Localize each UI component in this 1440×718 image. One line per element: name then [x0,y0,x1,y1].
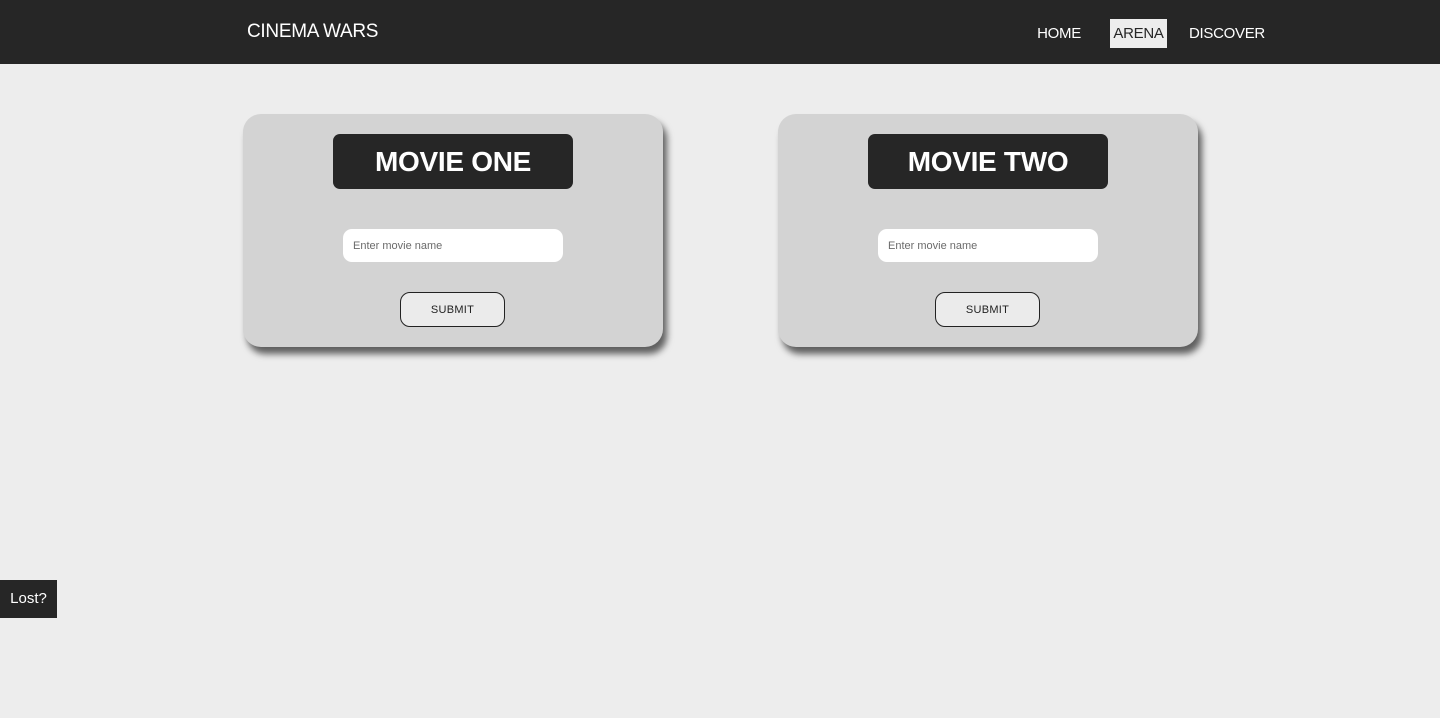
movie-one-input[interactable] [343,229,563,262]
movie-one-title: MOVIE ONE [333,134,573,189]
nav-discover[interactable]: DISCOVER [1189,19,1265,48]
movie-two-input[interactable] [878,229,1098,262]
movie-one-card: MOVIE ONE SUBMIT [243,114,663,347]
nav-home[interactable]: HOME [1034,19,1084,48]
movie-two-submit-button[interactable]: SUBMIT [935,292,1040,327]
nav-arena[interactable]: ARENA [1110,19,1167,48]
brand-logo[interactable]: CINEMA WARS [247,21,378,43]
movie-two-title: MOVIE TWO [868,134,1108,189]
movie-two-card: MOVIE TWO SUBMIT [778,114,1198,347]
lost-help-button[interactable]: Lost? [0,580,57,618]
navbar: CINEMA WARS HOME ARENA DISCOVER [0,0,1440,64]
movie-one-submit-button[interactable]: SUBMIT [400,292,505,327]
